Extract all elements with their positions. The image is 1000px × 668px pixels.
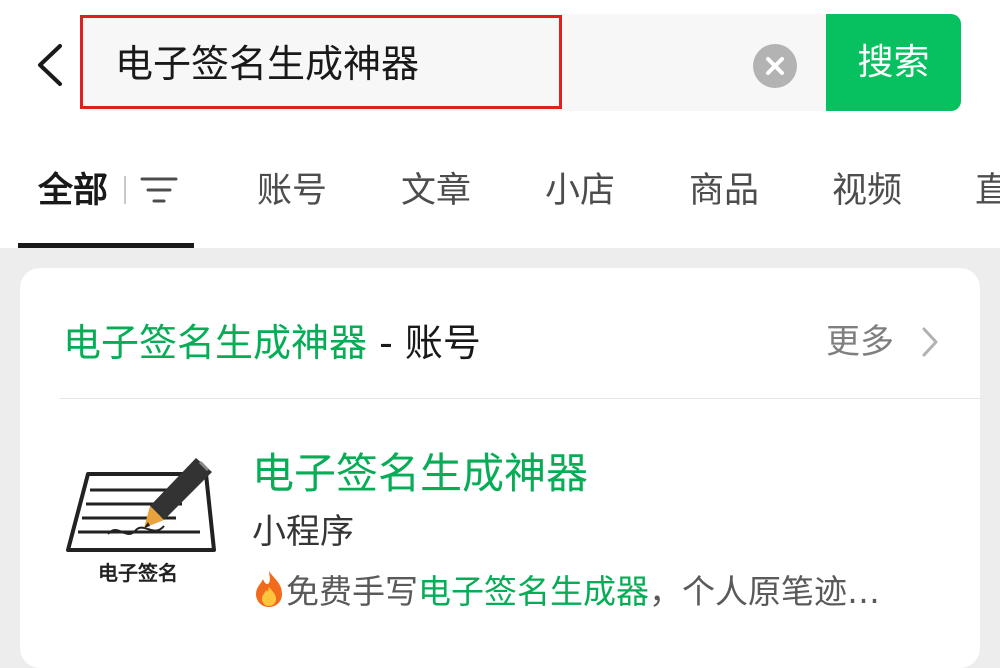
tab-divider <box>124 176 126 204</box>
back-button[interactable] <box>30 40 70 90</box>
section-type: - 账号 <box>367 321 481 365</box>
active-tab-indicator <box>18 243 194 248</box>
logo-caption: 电子签名 <box>98 561 178 585</box>
result-description: 免费手写电子签名生成器，个人原笔迹… <box>252 567 942 617</box>
more-label: 更多 <box>826 322 894 362</box>
close-icon <box>766 57 784 75</box>
search-button[interactable]: 搜索 <box>826 14 961 111</box>
filter-button[interactable] <box>140 174 178 206</box>
card-divider <box>60 398 980 399</box>
tab-live[interactable]: 直 <box>975 165 1000 217</box>
result-type: 小程序 <box>252 512 354 552</box>
section-keyword: 电子签名生成神器 <box>63 321 368 365</box>
tab-all[interactable]: 全部 <box>38 165 108 217</box>
filter-icon <box>140 177 178 203</box>
desc-highlight: 电子签名生成器 <box>418 572 649 611</box>
result-title[interactable]: 电子签名生成神器 <box>252 444 588 504</box>
tab-accounts[interactable]: 账号 <box>257 165 327 217</box>
tab-videos[interactable]: 视频 <box>832 165 902 217</box>
annotation-highlight-box <box>80 15 562 109</box>
tab-articles[interactable]: 文章 <box>401 165 471 217</box>
clear-button[interactable] <box>753 44 797 88</box>
chevron-left-icon <box>38 44 62 86</box>
more-link[interactable]: 更多 <box>826 316 938 368</box>
desc-prefix: 免费手写 <box>286 572 418 611</box>
desc-suffix: ，个人原笔迹… <box>649 572 880 611</box>
section-title: 电子签名生成神器 - 账号 <box>63 315 481 371</box>
tab-products[interactable]: 商品 <box>689 165 759 217</box>
fire-icon <box>252 569 286 609</box>
tab-shops[interactable]: 小店 <box>545 165 615 217</box>
chevron-right-icon <box>922 327 938 357</box>
